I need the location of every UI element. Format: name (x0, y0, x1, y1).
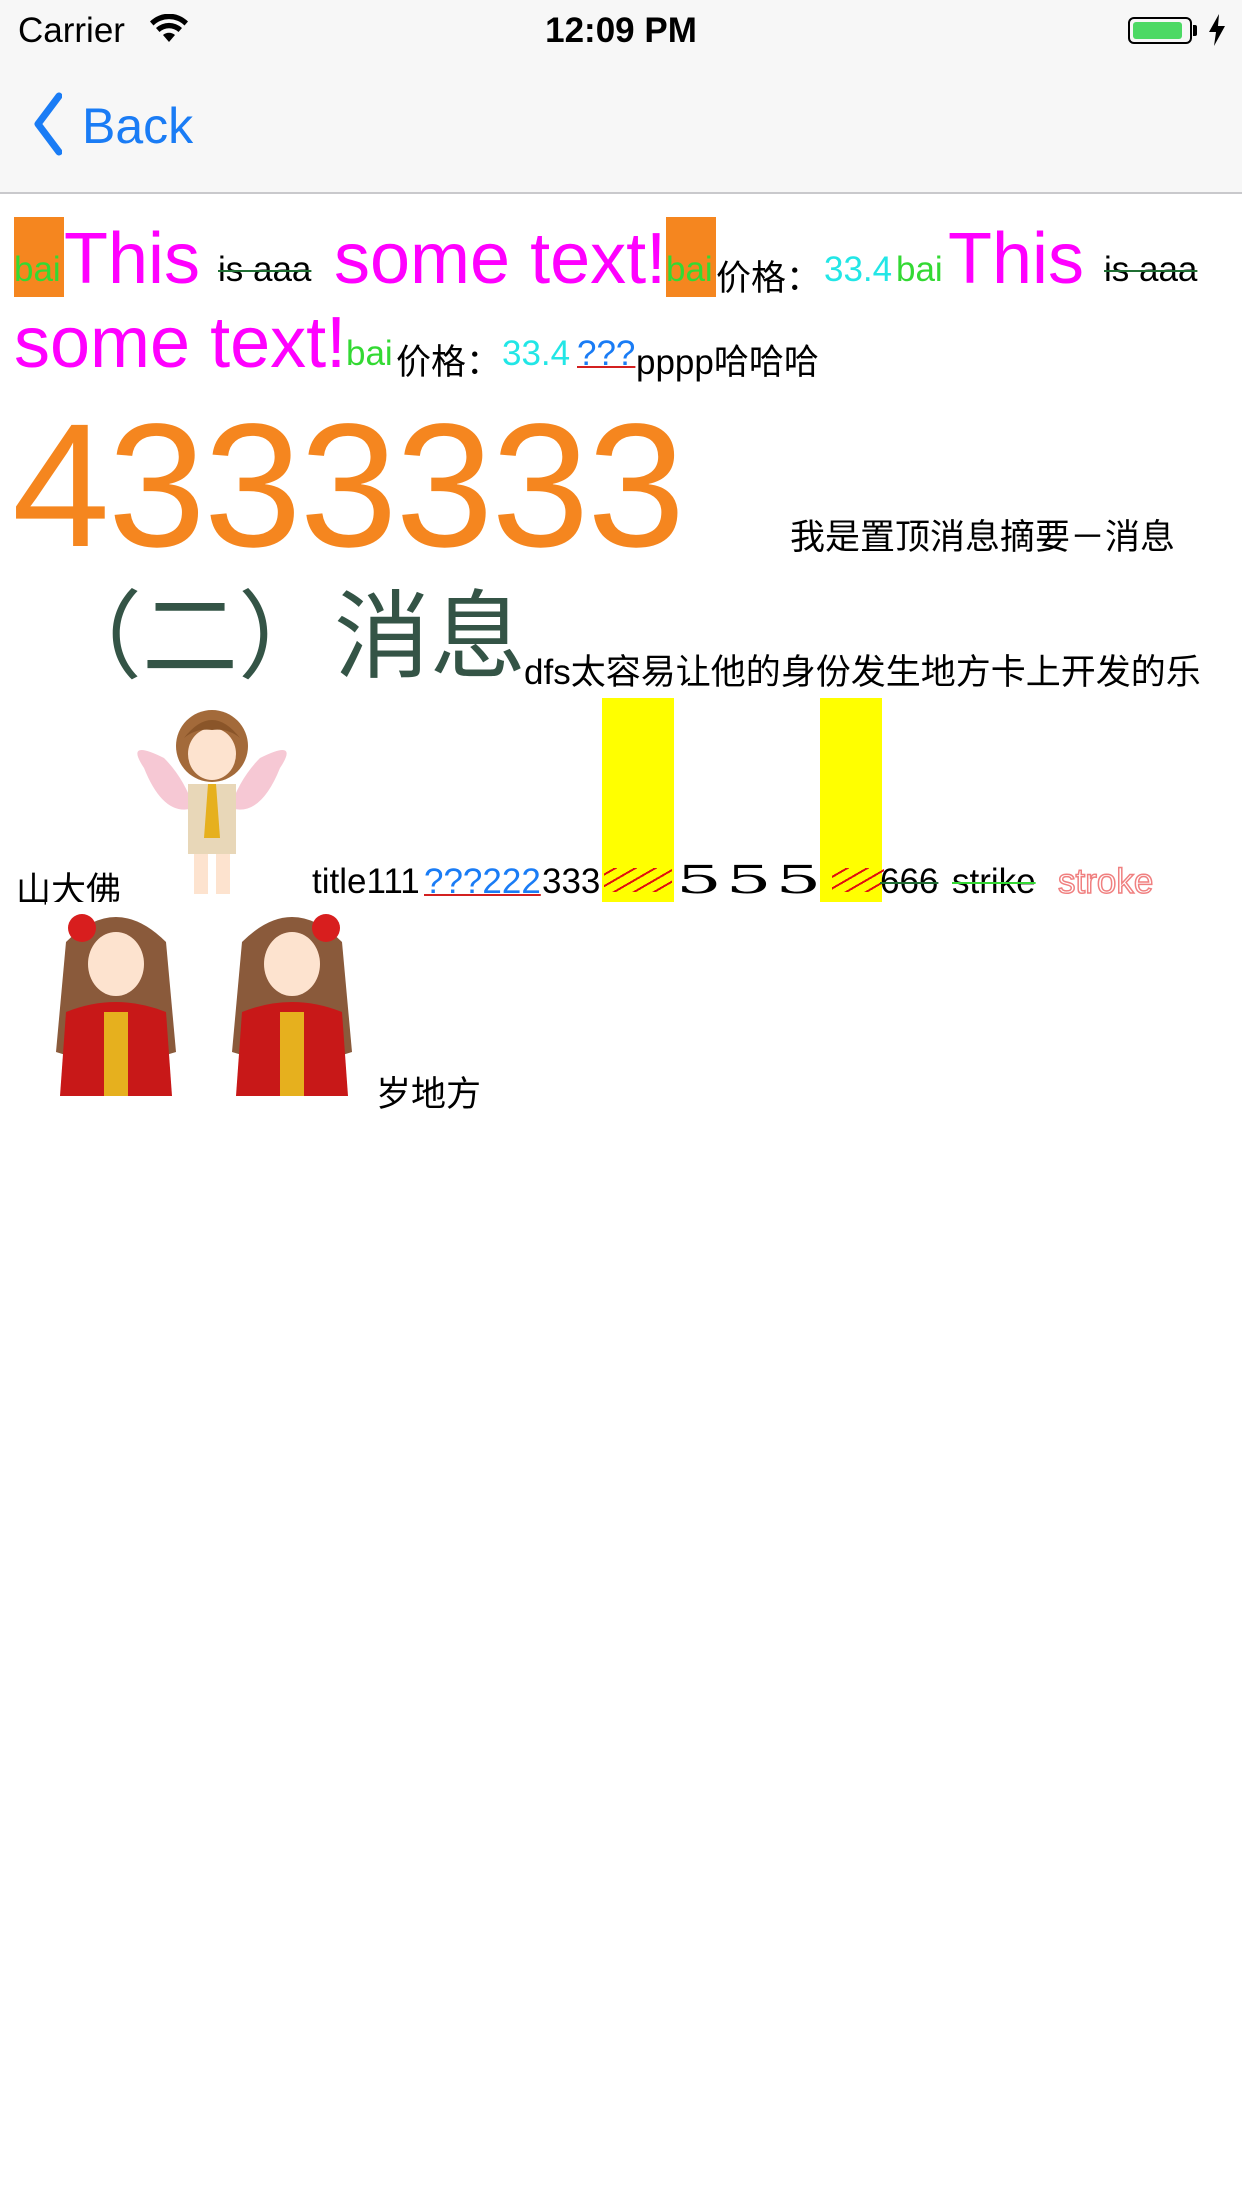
this-text: This (64, 219, 201, 299)
battery-icon (1128, 17, 1192, 44)
question-222-link[interactable]: ???222 (424, 862, 541, 902)
chevron-left-icon (34, 92, 63, 161)
big-number: 4333333 (12, 388, 685, 584)
navigation-chrome: Carrier 12:09 PM Back (0, 0, 1242, 194)
num-555-text: 555 (676, 858, 826, 902)
strike-text: strike (952, 862, 1036, 901)
battery-level (1133, 22, 1182, 39)
bai-label: bai (896, 250, 943, 289)
red-dress-girl-image (46, 902, 186, 1101)
section-heading: （二）消息 (46, 584, 526, 691)
back-label: Back (82, 98, 194, 154)
red-hatch-mark (604, 868, 672, 892)
red-dress-girl-image (222, 902, 362, 1101)
title-text: title111 (312, 862, 420, 901)
num-333-text: 333 (542, 862, 601, 901)
bai-label: bai (14, 250, 61, 289)
is-aaa-text: is aaa (218, 250, 312, 289)
charging-bolt-icon (1208, 14, 1226, 51)
num-666-text: 666 (880, 862, 939, 901)
bai-label: bai (346, 334, 393, 373)
price-label: 价格： (716, 259, 822, 298)
question-link[interactable]: ??? (577, 334, 635, 374)
pppp-text: pppp哈哈哈 (636, 343, 819, 382)
some-text-text: some text! (334, 219, 667, 299)
fairy-girl-image (124, 698, 300, 899)
price-label: 价格： (396, 343, 502, 382)
price-value: 33.4 (502, 334, 571, 373)
pinned-summary: 我是置顶消息摘要－消息 (790, 518, 1176, 557)
clock-time: 12:09 PM (545, 11, 697, 50)
this-text: This (948, 219, 1085, 299)
some-text-text: some text! (14, 303, 347, 383)
sui-di-fang-text: 岁地方 (376, 1075, 482, 1114)
stroke-text: stroke (1057, 861, 1154, 902)
red-hatch-mark (832, 868, 884, 892)
is-aaa-text: is aaa (1104, 250, 1198, 289)
description-text: dfs太容易让他的身份发生地方卡上开发的乐 (524, 653, 1201, 692)
price-value: 33.4 (824, 250, 893, 289)
back-button[interactable]: Back (34, 92, 194, 161)
battery-tip (1193, 25, 1197, 36)
bai-label: bai (666, 250, 713, 289)
